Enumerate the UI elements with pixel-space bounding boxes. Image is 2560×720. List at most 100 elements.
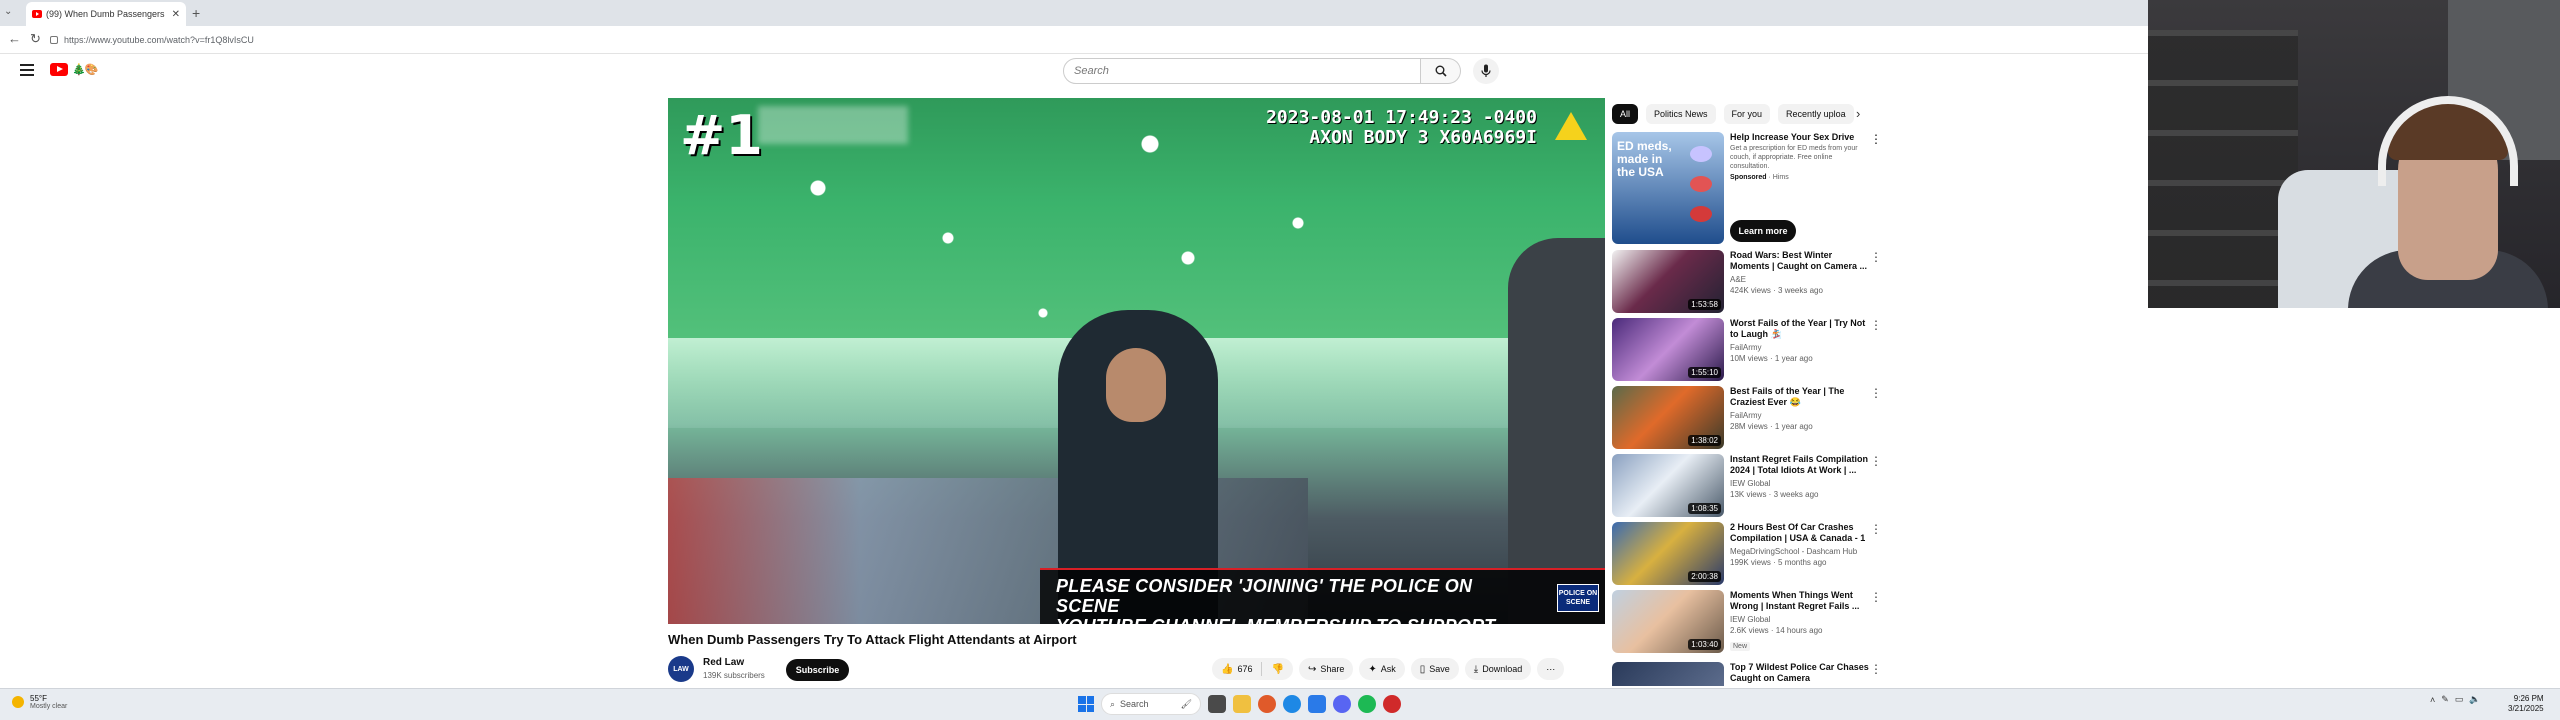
- reload-icon[interactable]: ↻: [30, 31, 41, 47]
- subscriber-count: 139K subscribers: [703, 671, 765, 680]
- video-thumbnail[interactable]: 1:03:40: [1612, 590, 1724, 653]
- dislike-button[interactable]: 👎: [1262, 658, 1292, 680]
- ask-button[interactable]: ✦ Ask: [1359, 658, 1405, 680]
- taskbar-clock[interactable]: 9:26 PM 3/21/2025: [2508, 694, 2544, 714]
- save-button[interactable]: ▯ Save: [1410, 658, 1459, 680]
- like-dislike-group: 👍 676 👎: [1212, 658, 1293, 680]
- windows-start-icon[interactable]: [1078, 696, 1094, 712]
- network-icon[interactable]: ▭: [2455, 694, 2464, 705]
- rec-channel[interactable]: FailArmy: [1730, 411, 1870, 420]
- channel-name[interactable]: Red Law: [703, 657, 744, 668]
- rec-title[interactable]: Best Fails of the Year | The Craziest Ev…: [1730, 386, 1870, 408]
- browser-tab-active[interactable]: (99) When Dumb Passengers ✕: [26, 2, 186, 26]
- ad-more-icon[interactable]: ⋮: [1870, 132, 1882, 146]
- rec-title[interactable]: Road Wars: Best Winter Moments | Caught …: [1730, 250, 1870, 272]
- more-vert-icon[interactable]: ⋮: [1870, 250, 1882, 264]
- weather-widget[interactable]: 55°F Mostly clear: [12, 694, 67, 710]
- chip-all[interactable]: All: [1612, 104, 1639, 124]
- tab-close-icon[interactable]: ✕: [172, 9, 180, 20]
- ad-thumbnail[interactable]: ED meds, made in the USA: [1612, 132, 1724, 244]
- list-item[interactable]: 1:53:58 Road Wars: Best Winter Moments |…: [1612, 250, 1882, 316]
- chrome-icon[interactable]: [1283, 695, 1301, 713]
- more-actions-button[interactable]: ⋯: [1537, 658, 1565, 680]
- rec-channel[interactable]: IEW Global: [1730, 479, 1870, 488]
- search-button[interactable]: [1421, 58, 1461, 84]
- share-button[interactable]: ↪ Share: [1298, 658, 1354, 680]
- discord-icon[interactable]: [1333, 695, 1351, 713]
- channel-avatar[interactable]: LAW: [668, 656, 694, 682]
- thumbs-down-icon: 👎: [1271, 663, 1284, 675]
- police-on-scene-logo: POLICE ON SCENE: [1557, 584, 1599, 612]
- video-thumbnail[interactable]: [1612, 662, 1724, 686]
- app-icon[interactable]: [1383, 695, 1401, 713]
- youtube-doodle-logo[interactable]: 🎄🎨: [72, 63, 98, 76]
- rec-meta: 2.6K views · 14 hours ago: [1730, 626, 1823, 635]
- voice-search-button[interactable]: [1473, 58, 1499, 84]
- back-arrow-icon[interactable]: ←: [8, 31, 21, 46]
- video-thumbnail[interactable]: 1:55:10: [1612, 318, 1724, 381]
- youtube-logo[interactable]: [50, 63, 68, 76]
- video-frame-officer: [1508, 238, 1605, 624]
- rec-title[interactable]: Top 7 Wildest Police Car Chases Caught o…: [1730, 662, 1870, 684]
- list-item[interactable]: 1:55:10 Worst Fails of the Year | Try No…: [1612, 318, 1882, 384]
- new-tab-button[interactable]: +: [192, 5, 200, 21]
- more-vert-icon[interactable]: ⋮: [1870, 318, 1882, 332]
- volume-icon[interactable]: 🔈: [2469, 694, 2480, 705]
- video-thumbnail[interactable]: 1:08:35: [1612, 454, 1724, 517]
- sponsored-ad[interactable]: ED meds, made in the USA Help Increase Y…: [1612, 132, 1882, 244]
- list-item[interactable]: 1:03:40 Moments When Things Went Wrong |…: [1612, 590, 1882, 656]
- rec-title[interactable]: Moments When Things Went Wrong | Instant…: [1730, 590, 1870, 612]
- learn-more-button[interactable]: Learn more: [1730, 220, 1796, 242]
- spotify-icon[interactable]: [1358, 695, 1376, 713]
- youtube-favicon-icon: [32, 10, 42, 18]
- list-item[interactable]: Top 7 Wildest Police Car Chases Caught o…: [1612, 662, 1882, 686]
- list-item[interactable]: 1:38:02 Best Fails of the Year | The Cra…: [1612, 386, 1882, 452]
- video-thumbnail[interactable]: 1:38:02: [1612, 386, 1724, 449]
- site-info-icon[interactable]: [50, 36, 58, 44]
- store-icon[interactable]: [1308, 695, 1326, 713]
- list-item[interactable]: 2:00:38 2 Hours Best Of Car Crashes Comp…: [1612, 522, 1882, 588]
- menu-icon[interactable]: [20, 64, 34, 76]
- ad-title[interactable]: Help Increase Your Sex Drive: [1730, 132, 1870, 142]
- more-vert-icon[interactable]: ⋮: [1870, 522, 1882, 536]
- rec-title[interactable]: Instant Regret Fails Compilation 2024 | …: [1730, 454, 1870, 476]
- like-button[interactable]: 👍 676: [1212, 658, 1261, 680]
- rec-channel[interactable]: A&E: [1730, 275, 1870, 284]
- rec-title[interactable]: 2 Hours Best Of Car Crashes Compilation …: [1730, 522, 1870, 544]
- chevron-right-icon[interactable]: ›: [1856, 106, 1860, 121]
- blurred-overlay: [758, 106, 908, 144]
- rec-channel[interactable]: FailArmy: [1730, 343, 1870, 352]
- chip-politics-news[interactable]: Politics News: [1646, 104, 1716, 124]
- rec-channel[interactable]: IEW Global: [1730, 615, 1870, 624]
- chip-for-you[interactable]: For you: [1723, 104, 1771, 124]
- tray-chevron-icon[interactable]: ˄: [2430, 695, 2435, 705]
- download-button[interactable]: ⤓ Download: [1464, 658, 1532, 680]
- weather-desc: Mostly clear: [30, 703, 68, 710]
- video-thumbnail[interactable]: 1:53:58: [1612, 250, 1724, 313]
- firefox-icon[interactable]: [1258, 695, 1276, 713]
- rec-channel[interactable]: MegaDrivingSchool - Dashcam Hub: [1730, 547, 1870, 556]
- more-vert-icon[interactable]: ⋮: [1870, 386, 1882, 400]
- video-thumbnail[interactable]: 2:00:38: [1612, 522, 1724, 585]
- ad-advertiser: · Hims: [1768, 174, 1789, 181]
- list-item[interactable]: 1:08:35 Instant Regret Fails Compilation…: [1612, 454, 1882, 520]
- search-input[interactable]: Search: [1063, 58, 1421, 84]
- banner-text: PLEASE CONSIDER 'JOINING' THE POLICE ON …: [1056, 576, 1526, 624]
- like-count: 676: [1237, 664, 1253, 674]
- banner-line-1: PLEASE CONSIDER 'JOINING' THE POLICE ON …: [1056, 576, 1473, 616]
- url-field[interactable]: https://www.youtube.com/watch?v=fr1Q8lvI…: [50, 30, 2130, 50]
- duration-badge: 1:03:40: [1688, 639, 1721, 650]
- more-vert-icon[interactable]: ⋮: [1870, 590, 1882, 604]
- more-vert-icon[interactable]: ⋮: [1870, 662, 1882, 676]
- pen-icon[interactable]: ✎: [2441, 694, 2449, 705]
- video-player[interactable]: #1 2023-08-01 17:49:23 -0400 AXON BODY 3…: [668, 98, 1605, 624]
- taskbar-search[interactable]: ⌕ Search 🖌: [1101, 693, 1201, 715]
- rec-title[interactable]: Worst Fails of the Year | Try Not to Lau…: [1730, 318, 1870, 340]
- task-view-icon[interactable]: [1208, 695, 1226, 713]
- chip-recently-uploaded[interactable]: Recently uploa: [1778, 104, 1854, 124]
- tab-list-chevron-icon[interactable]: ⌄: [4, 6, 12, 17]
- more-vert-icon[interactable]: ⋮: [1870, 454, 1882, 468]
- subscribe-button[interactable]: Subscribe: [786, 659, 849, 681]
- duration-badge: 1:53:58: [1688, 299, 1721, 310]
- file-explorer-icon[interactable]: [1233, 695, 1251, 713]
